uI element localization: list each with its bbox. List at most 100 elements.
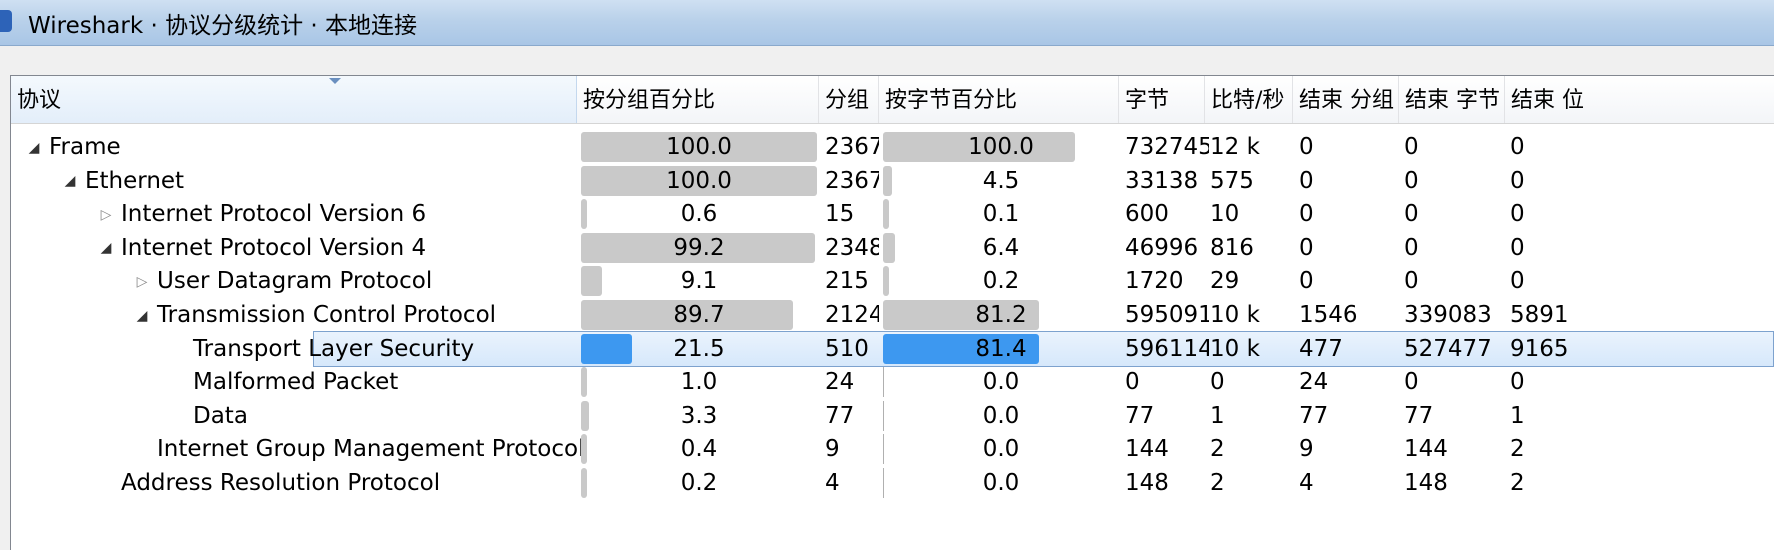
- packets-cell: 2348: [825, 234, 879, 261]
- triangle-down-right-icon[interactable]: ◢: [25, 129, 43, 167]
- column-header-pct-packets[interactable]: 按分组百分比: [577, 76, 819, 123]
- pct-bytes-cell-value: 81.2: [975, 302, 1027, 328]
- window-titlebar[interactable]: Wireshark · 协议分级统计 · 本地连接: [0, 0, 1774, 46]
- column-header-pct-bytes-label: 按字节百分比: [885, 88, 1018, 113]
- end-bits-cell: 2: [1510, 470, 1525, 496]
- pct-packets-cell: 3.3: [581, 397, 817, 435]
- triangle-down-right-icon[interactable]: ◢: [61, 162, 79, 200]
- end-bits-cell: 0: [1510, 134, 1525, 160]
- tree-row[interactable]: ◢ Frame 100.0 2367 100.0 732745 12 k000: [11, 128, 1774, 166]
- bits-per-sec-cell: 2: [1210, 470, 1225, 496]
- pct-bytes-cell-bar: [883, 468, 884, 498]
- tree-row[interactable]: Address Resolution Protocol 0.2 4 0.0 148 2 4 1…: [11, 464, 1774, 502]
- column-header-end-bits[interactable]: 结束 位: [1505, 76, 1774, 123]
- protocol-name: Internet Protocol Version 4: [121, 234, 427, 261]
- bytes-cell: 148: [1125, 470, 1169, 496]
- column-header-bits-per-sec-label: 比特/秒: [1211, 88, 1285, 113]
- protocol-hierarchy-tree[interactable]: 协议 按分组百分比 分组 按字节百分比 字节 比特/秒 结束 分组 结束 字节 …: [10, 75, 1774, 550]
- end-bytes-cell: 339083: [1404, 302, 1492, 328]
- column-header-pct-bytes[interactable]: 按字节百分比: [879, 76, 1119, 123]
- end-bits-cell: 2: [1510, 436, 1525, 463]
- pct-packets-cell: 0.6: [581, 195, 817, 233]
- pct-bytes-cell: 0.0: [883, 363, 1119, 401]
- end-bytes-cell: 144: [1404, 436, 1448, 463]
- pct-bytes-cell-value: 0.0: [982, 369, 1020, 396]
- pct-bytes-cell: 81.4: [883, 330, 1119, 368]
- column-header-end-bytes[interactable]: 结束 字节: [1399, 76, 1505, 123]
- bits-per-sec-cell: 10: [1210, 201, 1240, 228]
- bits-per-sec-cell: 575: [1210, 167, 1254, 194]
- pct-packets-cell: 100.0: [581, 162, 817, 200]
- column-header-end-packets[interactable]: 结束 分组: [1293, 76, 1399, 123]
- tree-row[interactable]: Internet Group Management Protocol 0.4 9 0.…: [11, 430, 1774, 468]
- pct-bytes-cell-value: 0.0: [982, 436, 1020, 463]
- end-bytes-cell: 77: [1404, 402, 1434, 429]
- pct-packets-cell: 89.7: [581, 296, 817, 334]
- column-header-pct-packets-label: 按分组百分比: [583, 88, 716, 113]
- pct-packets-cell-bar: [581, 333, 632, 364]
- column-header-protocol-label: 协议: [17, 88, 62, 113]
- pct-packets-cell-value: 0.2: [680, 470, 718, 496]
- packets-cell: 2367: [825, 167, 879, 194]
- packets-cell: 77: [825, 402, 855, 429]
- column-header-packets[interactable]: 分组: [819, 76, 879, 123]
- tree-row[interactable]: ▷ User Datagram Protocol 9.1 215 0.2 1720 29 0 0…: [11, 262, 1774, 300]
- pct-bytes-cell-value: 0.0: [982, 402, 1020, 429]
- pct-bytes-cell-value: 0.0: [982, 470, 1020, 496]
- pct-bytes-cell: 0.0: [883, 397, 1119, 435]
- pct-packets-cell-value: 99.2: [673, 234, 725, 261]
- bits-per-sec-cell: 12 k: [1210, 134, 1260, 160]
- pct-packets-cell-value: 100.0: [666, 167, 732, 194]
- packets-cell: 215: [825, 268, 869, 295]
- triangle-down-right-icon[interactable]: ◢: [133, 297, 151, 335]
- triangle-right-icon[interactable]: ▷: [133, 263, 151, 301]
- triangle-down-right-icon[interactable]: ◢: [97, 229, 115, 267]
- tree-row[interactable]: Malformed Packet 1.0 24 0.0 0 0 24 0 0: [11, 363, 1774, 401]
- column-header-bytes-label: 字节: [1125, 88, 1170, 113]
- pct-bytes-cell-bar: [883, 367, 884, 398]
- bytes-cell: 732745: [1125, 134, 1209, 160]
- tree-row[interactable]: Data 3.3 77 0.0 77 1 77 77 1: [11, 397, 1774, 435]
- column-header-packets-label: 分组: [825, 88, 870, 113]
- end-bytes-cell: 0: [1404, 201, 1419, 228]
- protocol-name: Internet Protocol Version 6: [121, 201, 427, 228]
- column-header-bits-per-sec[interactable]: 比特/秒: [1205, 76, 1293, 123]
- column-header-bytes[interactable]: 字节: [1119, 76, 1205, 123]
- column-header-end-packets-label: 结束 分组: [1299, 88, 1394, 113]
- column-header-protocol[interactable]: 协议: [11, 76, 577, 123]
- end-bits-cell: 0: [1510, 369, 1525, 396]
- pct-packets-cell-value: 100.0: [666, 134, 732, 160]
- end-bits-cell: 0: [1510, 234, 1525, 261]
- tree-row[interactable]: Transport Layer Security 21.5 510 81.4 59611…: [11, 330, 1774, 368]
- tree-row[interactable]: ◢ Internet Protocol Version 4 99.2 2348 6.4 4…: [11, 229, 1774, 267]
- sort-indicator-icon: [329, 78, 341, 84]
- protocol-name: Transmission Control Protocol: [157, 302, 497, 328]
- pct-bytes-cell-bar: [883, 400, 884, 431]
- protocol-cell: ◢ Frame: [25, 128, 665, 166]
- pct-packets-cell-value: 3.3: [680, 402, 718, 429]
- tree-row[interactable]: ◢ Ethernet 100.0 2367 4.5 33138 575 0 0 0: [11, 162, 1774, 200]
- packets-cell: 2124: [825, 302, 879, 328]
- bytes-cell: 0: [1125, 369, 1140, 396]
- packets-cell: 15: [825, 201, 855, 228]
- pct-bytes-cell: 100.0: [883, 128, 1119, 166]
- end-bits-cell: 9165: [1510, 335, 1569, 362]
- pct-bytes-cell: 0.0: [883, 430, 1119, 468]
- pct-packets-cell-bar: [581, 468, 587, 498]
- tree-row[interactable]: ▷ Internet Protocol Version 6 0.6 15 0.1 600 1…: [11, 195, 1774, 233]
- end-bits-cell: 1: [1510, 402, 1525, 429]
- tree-row[interactable]: ◢ Transmission Control Protocol 89.7 2124 81…: [11, 296, 1774, 334]
- protocol-name: Malformed Packet: [193, 369, 399, 396]
- end-packets-cell: 0: [1299, 201, 1314, 228]
- end-packets-cell: 1546: [1299, 302, 1358, 328]
- pct-bytes-cell-value: 4.5: [982, 167, 1020, 194]
- bytes-cell: 1720: [1125, 268, 1184, 295]
- triangle-right-icon[interactable]: ▷: [97, 196, 115, 234]
- pct-packets-cell: 1.0: [581, 363, 817, 401]
- bits-per-sec-cell: 816: [1210, 234, 1254, 261]
- pct-packets-cell-bar: [581, 434, 587, 465]
- packets-cell: 2367: [825, 134, 879, 160]
- bytes-cell: 595091: [1125, 302, 1209, 328]
- pct-bytes-cell-value: 81.4: [975, 335, 1027, 362]
- protocol-name: Data: [193, 402, 248, 429]
